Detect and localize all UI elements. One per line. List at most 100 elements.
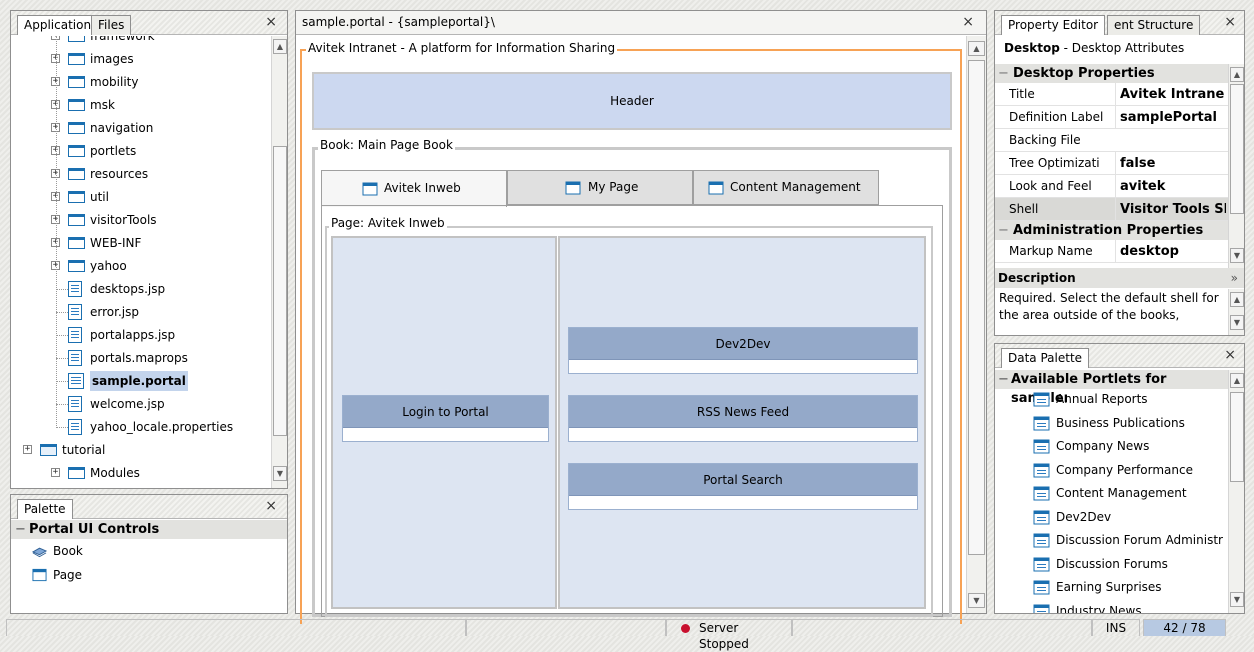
portlet-dev2dev[interactable]: Dev2Dev: [568, 327, 918, 374]
tree-item-label: Modules: [90, 466, 140, 480]
portlet-list-item[interactable]: Earning Surprises: [1033, 578, 1227, 598]
tab-palette[interactable]: Palette: [17, 499, 73, 519]
tree-item[interactable]: + portlets: [11, 141, 270, 161]
book-tab-my-page[interactable]: My Page: [507, 170, 693, 205]
property-section[interactable]: − Desktop Properties: [995, 64, 1228, 83]
tree-item[interactable]: portals.maprops: [11, 348, 270, 368]
tree-item[interactable]: sample.portal: [11, 371, 270, 391]
scroll-down-icon[interactable]: ▼: [968, 593, 985, 608]
portlet-list-item[interactable]: Discussion Forum Administr: [1033, 531, 1227, 551]
portlet-list-item[interactable]: Company News: [1033, 437, 1227, 457]
editor-tab[interactable]: sample.portal - {sampleportal}\: [302, 15, 495, 29]
tree-item[interactable]: yahoo_locale.properties: [11, 417, 270, 437]
tree-item[interactable]: + util: [11, 187, 270, 207]
portlet-list-item[interactable]: Annual Reports: [1033, 390, 1227, 410]
tree-item[interactable]: + resources: [11, 164, 270, 184]
tree-item[interactable]: + WEB-INF: [11, 233, 270, 253]
portlet-icon: [1033, 439, 1050, 454]
property-value[interactable]: false: [1115, 152, 1226, 175]
description-scrollbar[interactable]: ▲ ▼: [1228, 289, 1244, 335]
data-palette-section[interactable]: − Available Portlets for sampleı: [995, 370, 1228, 406]
tree-item[interactable]: + yahoo: [11, 256, 270, 276]
property-value[interactable]: avitek: [1115, 175, 1226, 198]
tree-item[interactable]: error.jsp: [11, 302, 270, 322]
close-icon[interactable]: ×: [265, 498, 277, 514]
scroll-up-icon[interactable]: ▲: [273, 39, 287, 54]
collapse-chevron-icon[interactable]: »: [1231, 268, 1238, 288]
close-icon[interactable]: ×: [962, 14, 974, 30]
property-row[interactable]: Backing File: [995, 129, 1228, 152]
tab-data-palette[interactable]: Data Palette: [1001, 348, 1090, 368]
tab-files[interactable]: Files: [91, 15, 132, 35]
tree-item[interactable]: + tutorial: [11, 440, 270, 460]
tree-item[interactable]: + Modules: [11, 463, 270, 483]
scroll-down-icon[interactable]: ▼: [1230, 315, 1244, 330]
property-value[interactable]: Avitek Intrane: [1115, 83, 1226, 106]
portlet-list-item[interactable]: Discussion Forums: [1033, 555, 1227, 575]
close-icon[interactable]: ×: [1224, 347, 1236, 363]
tree-connector: [56, 335, 68, 336]
property-value[interactable]: samplePortal: [1115, 106, 1226, 129]
tree-item[interactable]: + msk: [11, 95, 270, 115]
close-icon[interactable]: ×: [1224, 14, 1236, 30]
property-row[interactable]: Definition Label samplePortal: [995, 106, 1228, 129]
scroll-up-icon[interactable]: ▲: [1230, 373, 1244, 388]
data-palette-scrollbar[interactable]: ▲ ▼: [1228, 370, 1244, 613]
tree-item[interactable]: + visitorTools: [11, 210, 270, 230]
close-icon[interactable]: ×: [265, 14, 277, 30]
scroll-up-icon[interactable]: ▲: [1230, 292, 1244, 307]
header-region[interactable]: Header: [312, 72, 952, 130]
palette-item-page[interactable]: Page: [31, 566, 231, 586]
property-row[interactable]: Tree Optimizati false: [995, 152, 1228, 175]
scroll-thumb[interactable]: [1230, 84, 1244, 214]
portlet-list-item[interactable]: Dev2Dev: [1033, 508, 1227, 528]
property-row[interactable]: Title Avitek Intrane: [995, 83, 1228, 106]
tree-item-label: tutorial: [62, 443, 106, 457]
property-row[interactable]: Shell Visitor Tools Sl: [995, 198, 1228, 221]
portlet-rss-news-feed[interactable]: RSS News Feed: [568, 395, 918, 442]
tree-item[interactable]: + navigation: [11, 118, 270, 138]
tree-item[interactable]: portalapps.jsp: [11, 325, 270, 345]
portlet-list-item[interactable]: Content Management: [1033, 484, 1227, 504]
expand-icon[interactable]: +: [51, 468, 60, 477]
portlet-list-item[interactable]: Industry News: [1033, 602, 1227, 613]
scroll-thumb[interactable]: [1230, 392, 1244, 482]
portlet-icon: [1033, 416, 1050, 430]
palette-section[interactable]: − Portal UI Controls: [11, 520, 287, 539]
tree-scrollbar[interactable]: ▲ ▼: [271, 36, 287, 488]
palette-item-book[interactable]: Book: [31, 542, 231, 562]
property-row[interactable]: Look and Feel avitek: [995, 175, 1228, 198]
portlet-list-item[interactable]: Business Publications: [1033, 414, 1227, 434]
tree-item[interactable]: welcome.jsp: [11, 394, 270, 414]
tab-document-structure[interactable]: ent Structure: [1107, 15, 1201, 35]
book-tab-content-management[interactable]: Content Management: [693, 170, 879, 205]
folder-icon: [68, 191, 85, 203]
description-header[interactable]: Description »: [995, 268, 1244, 288]
scroll-down-icon[interactable]: ▼: [1230, 592, 1244, 607]
scroll-thumb[interactable]: [273, 146, 287, 436]
portlet-portal-search[interactable]: Portal Search: [568, 463, 918, 510]
tree-item[interactable]: desktops.jsp: [11, 279, 270, 299]
book-tab-avitek-inweb[interactable]: Avitek Inweb: [321, 170, 507, 207]
property-row[interactable]: Markup Name desktop: [995, 240, 1228, 263]
property-editor-panel: Property Editor ent Structure × Desktop …: [994, 10, 1245, 336]
scroll-up-icon[interactable]: ▲: [1230, 67, 1244, 82]
portlet-list-item[interactable]: Company Performance: [1033, 461, 1227, 481]
tab-application[interactable]: Application: [17, 15, 99, 35]
property-value[interactable]: Visitor Tools Sl: [1115, 198, 1226, 221]
property-scrollbar[interactable]: ▲ ▼: [1228, 64, 1244, 268]
expand-icon[interactable]: +: [23, 445, 32, 454]
tree-item[interactable]: + images: [11, 49, 270, 69]
tree-item[interactable]: + mobility: [11, 72, 270, 92]
scroll-up-icon[interactable]: ▲: [968, 41, 985, 56]
folder-icon: [68, 122, 85, 134]
scroll-down-icon[interactable]: ▼: [1230, 248, 1244, 263]
portlet-login-to-portal[interactable]: Login to Portal: [342, 395, 549, 442]
scroll-thumb[interactable]: [968, 60, 985, 555]
tree-item[interactable]: +framework: [11, 36, 270, 46]
property-value[interactable]: desktop: [1115, 240, 1226, 263]
scroll-down-icon[interactable]: ▼: [273, 466, 287, 481]
tab-property-editor[interactable]: Property Editor: [1001, 15, 1106, 35]
editor-scrollbar[interactable]: ▲ ▼: [966, 36, 986, 613]
property-section[interactable]: − Administration Properties: [995, 221, 1228, 240]
